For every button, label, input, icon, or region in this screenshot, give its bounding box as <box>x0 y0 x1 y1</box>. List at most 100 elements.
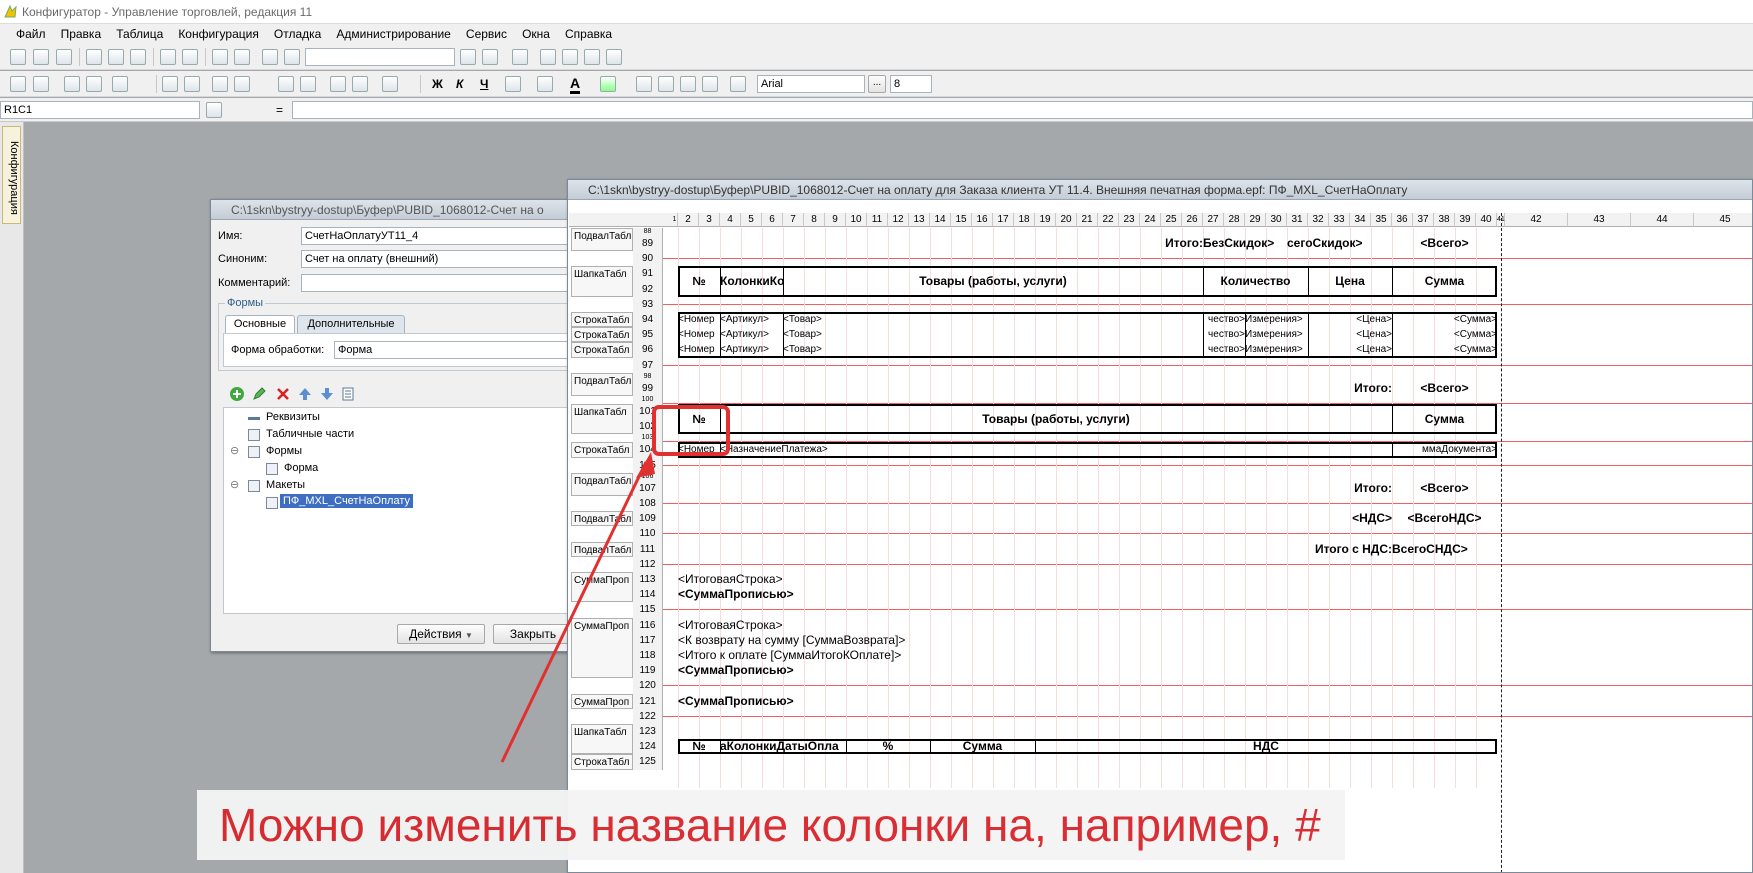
column-payment-dates-header[interactable]: аКолонкиДатыОпла <box>720 739 846 754</box>
row-header[interactable]: 97 <box>633 357 663 373</box>
tree-item-forms[interactable]: Формы <box>266 445 302 457</box>
total-with-vat-cell[interactable]: ВсегоСНДС> <box>1392 542 1497 557</box>
row-header[interactable]: 103 <box>633 434 663 443</box>
open-icon[interactable] <box>33 49 49 65</box>
row-header[interactable]: 115 <box>633 602 663 618</box>
row-header[interactable]: 110 <box>633 526 663 542</box>
font-dialog-button[interactable]: ... <box>868 75 886 93</box>
row-group-label[interactable]: ШапкаТабл <box>571 404 633 435</box>
move-down-icon[interactable] <box>319 386 335 402</box>
row-group-label[interactable]: СуммаПроп <box>571 617 633 679</box>
pin-icon[interactable] <box>206 102 222 118</box>
redo-icon[interactable] <box>234 49 250 65</box>
column-percent-header[interactable]: % <box>846 739 930 754</box>
add-icon[interactable] <box>229 386 245 402</box>
info-icon[interactable] <box>584 49 600 65</box>
vsego-cell[interactable]: <Всего> <box>1392 236 1497 251</box>
total-with-vat-label[interactable]: Итого с НДС: <box>1224 542 1392 557</box>
column-header[interactable]: 10 <box>846 213 867 227</box>
to-pay-cell[interactable]: <Итого к оплате [СуммаИтогоКОплате]> <box>678 648 1287 663</box>
split-icon[interactable] <box>300 76 316 92</box>
group-rows-icon[interactable] <box>162 76 178 92</box>
undo-icon[interactable] <box>212 49 228 65</box>
preview-icon[interactable] <box>182 49 198 65</box>
column-sum-header[interactable]: Сумма <box>930 739 1035 754</box>
column-header[interactable]: 33 <box>1329 213 1350 227</box>
itogo-label[interactable]: Итого: <box>1140 236 1203 251</box>
column-header[interactable]: 25 <box>1161 213 1182 227</box>
row-header[interactable]: 105 <box>633 457 663 473</box>
row-header[interactable]: 117 <box>633 632 663 648</box>
align-right-icon[interactable] <box>680 76 696 92</box>
row-header[interactable]: 92 <box>633 281 663 297</box>
row-header[interactable]: 125 <box>633 754 663 770</box>
row-group-label[interactable]: СуммаПроп <box>571 693 633 709</box>
paste-icon[interactable] <box>130 49 146 65</box>
font-icon[interactable] <box>730 76 746 92</box>
sum-in-words-cell[interactable]: <СуммаПрописью> <box>678 663 1287 678</box>
fill-color-icon[interactable] <box>537 76 553 92</box>
find-icon[interactable] <box>262 49 278 65</box>
synonym-field[interactable]: Счет на оплату (внешний) <box>301 250 571 268</box>
name-icon[interactable] <box>382 76 398 92</box>
column-header[interactable]: 29 <box>1245 213 1266 227</box>
configuration-icon[interactable] <box>540 49 556 65</box>
column-header[interactable]: 40 <box>1476 213 1497 227</box>
row-header[interactable]: 124 <box>633 739 663 755</box>
row-group-label[interactable]: СтрокаТабл <box>571 342 633 358</box>
row-group-label[interactable]: СтрокаТабл <box>571 327 633 343</box>
copy-icon[interactable] <box>108 49 124 65</box>
row-group-label[interactable]: ПодвалТабл <box>571 472 633 496</box>
column-tovary-header[interactable]: Товары (работы, услуги) <box>783 266 1203 296</box>
vsego-skidok-cell[interactable]: сегоСкидок> <box>1287 236 1392 251</box>
column-header[interactable]: 36 <box>1392 213 1413 227</box>
configuration-tab[interactable]: Конфигурация <box>2 126 21 224</box>
total-line-cell[interactable]: <ИтоговаяСтрока> <box>678 618 1287 633</box>
row-header[interactable]: 119 <box>633 663 663 679</box>
itogo-label[interactable]: Итого: <box>1266 381 1392 396</box>
column-header[interactable]: 11 <box>867 213 888 227</box>
tree-item-attributes[interactable]: Реквизиты <box>266 411 320 423</box>
vat-total-cell[interactable]: <ВсегоНДС> <box>1392 511 1497 526</box>
row-header[interactable]: 95 <box>633 327 663 343</box>
row-header[interactable]: 100 <box>633 396 663 404</box>
debug-icon[interactable] <box>562 49 578 65</box>
menu-help[interactable]: Справка <box>565 27 612 41</box>
column-header[interactable]: 5 <box>741 213 762 227</box>
menu-file[interactable]: Файл <box>16 27 46 41</box>
row-header[interactable]: 98 <box>633 372 663 381</box>
justify-icon[interactable] <box>702 76 718 92</box>
formula-input[interactable] <box>292 101 1753 119</box>
window-icon[interactable] <box>512 49 528 65</box>
row-group-label[interactable]: СуммаПроп <box>571 572 633 603</box>
row-header[interactable]: 116 <box>633 617 663 633</box>
row-header[interactable]: 108 <box>633 496 663 512</box>
column-header[interactable]: 2 <box>678 213 699 227</box>
tab-extra[interactable]: Дополнительные <box>297 315 405 334</box>
column-header[interactable]: 20 <box>1056 213 1077 227</box>
column-header[interactable]: 28 <box>1224 213 1245 227</box>
column-header[interactable]: 24 <box>1140 213 1161 227</box>
form-field[interactable]: Форма <box>334 341 571 359</box>
row-header[interactable]: 120 <box>633 678 663 694</box>
properties-icon[interactable] <box>10 76 26 92</box>
new-icon[interactable] <box>10 49 26 65</box>
column-header[interactable]: 6 <box>762 213 783 227</box>
column-header[interactable]: 7 <box>783 213 804 227</box>
row-group-label[interactable]: ПодвалТабл <box>571 372 633 396</box>
row-group-label[interactable]: ПодвалТабл <box>571 541 633 557</box>
column-price-header[interactable]: Цена <box>1308 266 1392 296</box>
column-no-header-selected[interactable]: № <box>678 404 720 434</box>
column-header[interactable]: 15 <box>951 213 972 227</box>
column-header[interactable]: 31 <box>1287 213 1308 227</box>
tools-icon[interactable] <box>606 49 622 65</box>
search-input[interactable] <box>305 48 455 66</box>
find-next-icon[interactable] <box>460 49 476 65</box>
actions-button[interactable]: Действия ▼ <box>397 624 485 644</box>
column-header[interactable]: 38 <box>1434 213 1455 227</box>
row-header[interactable]: 90 <box>633 251 663 267</box>
menu-configuration[interactable]: Конфигурация <box>178 27 259 41</box>
merge-icon[interactable] <box>278 76 294 92</box>
row-header[interactable]: 109 <box>633 511 663 527</box>
font-size-select[interactable]: 8 <box>890 75 932 93</box>
